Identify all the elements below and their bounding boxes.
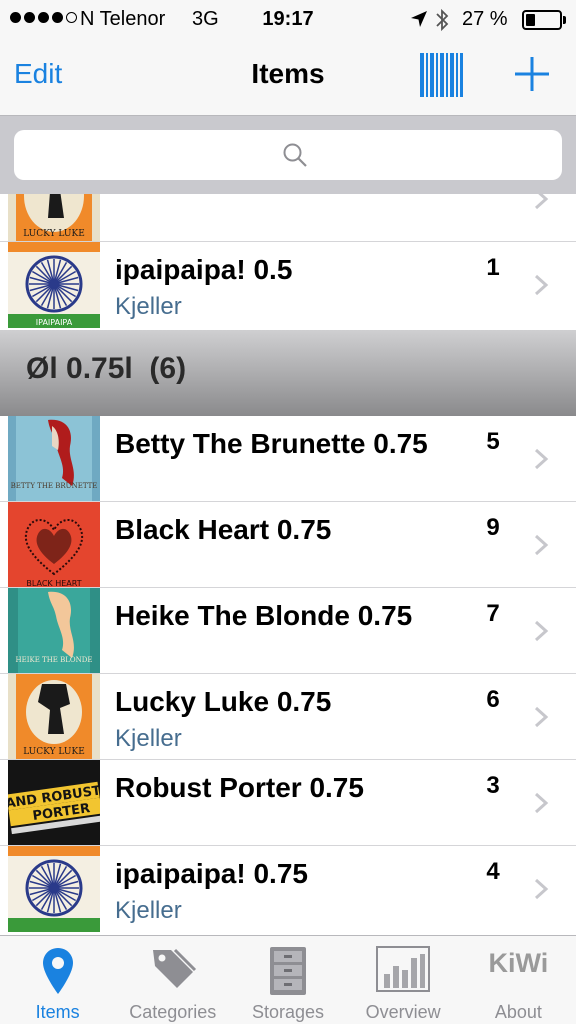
chevron-right-icon [534, 792, 549, 814]
cabinet-icon [269, 947, 306, 995]
search-icon [283, 143, 307, 167]
plus-icon[interactable] [512, 54, 552, 94]
item-name: Lucky Luke 0.75 [115, 686, 332, 717]
list-item[interactable]: LUCKY LUKE [0, 194, 576, 242]
list-item[interactable]: ipaipaipa! 0.75 Kjeller 4 [0, 846, 576, 932]
item-thumbnail: LUCKY LUKE [8, 674, 100, 760]
barcode-icon[interactable] [418, 53, 464, 97]
tab-overview[interactable]: Overview [346, 936, 461, 1024]
chevron-right-icon [534, 534, 549, 556]
battery-tip [563, 16, 566, 24]
chevron-right-icon [534, 448, 549, 470]
item-count: 3 [486, 772, 500, 799]
items-list[interactable]: LUCKY LUKE IPAIPAIPA ipaipaipa! 0.5 Kjel… [0, 194, 576, 935]
svg-text:HEIKE THE BLONDE: HEIKE THE BLONDE [15, 656, 92, 664]
search-bar [0, 116, 576, 194]
tab-bar: Items Categories Storages Overview KiWi … [0, 935, 576, 1024]
item-count: 1 [486, 254, 500, 281]
list-item[interactable]: IPAIPAIPA ipaipaipa! 0.5 Kjeller 1 [0, 242, 576, 328]
item-storage: Kjeller [115, 725, 182, 752]
svg-text:LUCKY LUKE: LUCKY LUKE [23, 747, 85, 757]
item-storage: Kjeller [115, 293, 182, 320]
search-input[interactable] [14, 130, 562, 180]
battery-icon [522, 10, 562, 30]
bluetooth-icon [436, 8, 449, 32]
item-thumbnail: LUCKY LUKE [8, 194, 100, 242]
location-arrow-icon [411, 11, 427, 27]
chevron-right-icon [534, 274, 549, 296]
item-name: ipaipaipa! 0.5 [115, 254, 293, 285]
kiwi-logo: KiWi [488, 948, 549, 978]
item-thumbnail: IPAIPAIPA [8, 242, 100, 328]
item-count: 9 [486, 514, 500, 541]
list-item[interactable]: HEIKE THE BLONDE Heike The Blonde 0.75 7 [0, 588, 576, 674]
bar-chart-icon [376, 946, 431, 992]
item-count: 5 [486, 428, 500, 455]
section-title: Øl 0.75l (6) [26, 352, 187, 385]
item-thumbnail [8, 846, 100, 932]
map-pin-icon [42, 948, 73, 994]
tab-items[interactable]: Items [0, 936, 115, 1024]
section-header: Øl 0.75l (6) [0, 330, 576, 416]
item-name: Robust Porter 0.75 [115, 772, 364, 803]
chevron-right-icon [534, 878, 549, 900]
item-name: ipaipaipa! 0.75 [115, 858, 308, 889]
tab-about[interactable]: KiWi About [461, 936, 576, 1024]
tab-label: About [494, 1002, 542, 1022]
item-name: Black Heart 0.75 [115, 514, 332, 545]
tab-label: Overview [365, 1002, 441, 1022]
tab-categories[interactable]: Categories [115, 936, 230, 1024]
item-count: 6 [486, 686, 500, 713]
svg-text:IPAIPAIPA: IPAIPAIPA [36, 318, 73, 327]
tab-storages[interactable]: Storages [230, 936, 345, 1024]
item-thumbnail: AND ROBUST PORTER [8, 760, 100, 846]
svg-text:LUCKY LUKE: LUCKY LUKE [23, 229, 85, 239]
tab-label: Storages [251, 1002, 324, 1022]
tab-label: Categories [129, 1002, 217, 1022]
list-item[interactable]: BETTY THE BRUNETTE Betty The Brunette 0.… [0, 416, 576, 502]
item-name: Heike The Blonde 0.75 [115, 600, 413, 631]
svg-text:BETTY THE BRUNETTE: BETTY THE BRUNETTE [11, 482, 98, 490]
list-item[interactable]: BLACK HEART Black Heart 0.75 9 [0, 502, 576, 588]
battery-percent: 27 % [462, 8, 508, 30]
edit-button[interactable]: Edit [14, 58, 62, 90]
item-count: 4 [486, 858, 500, 885]
chevron-right-icon [534, 194, 549, 210]
chevron-right-icon [534, 620, 549, 642]
item-thumbnail: BLACK HEART [8, 502, 100, 588]
item-storage: Kjeller [115, 897, 182, 924]
list-item[interactable]: LUCKY LUKE Lucky Luke 0.75 Kjeller 6 [0, 674, 576, 760]
item-thumbnail: HEIKE THE BLONDE [8, 588, 100, 674]
item-thumbnail: BETTY THE BRUNETTE [8, 416, 100, 502]
list-item[interactable]: AND ROBUST PORTER Robust Porter 0.75 3 [0, 760, 576, 846]
navigation-bar: Edit Items [0, 40, 576, 116]
page-title: Items [251, 58, 325, 89]
item-count: 7 [486, 600, 500, 627]
tab-label: Items [35, 1002, 80, 1022]
status-bar: N Telenor 3G 19:17 27 % [0, 0, 576, 40]
item-name: Betty The Brunette 0.75 [115, 428, 428, 459]
chevron-right-icon [534, 706, 549, 728]
tag-icon [152, 948, 196, 988]
